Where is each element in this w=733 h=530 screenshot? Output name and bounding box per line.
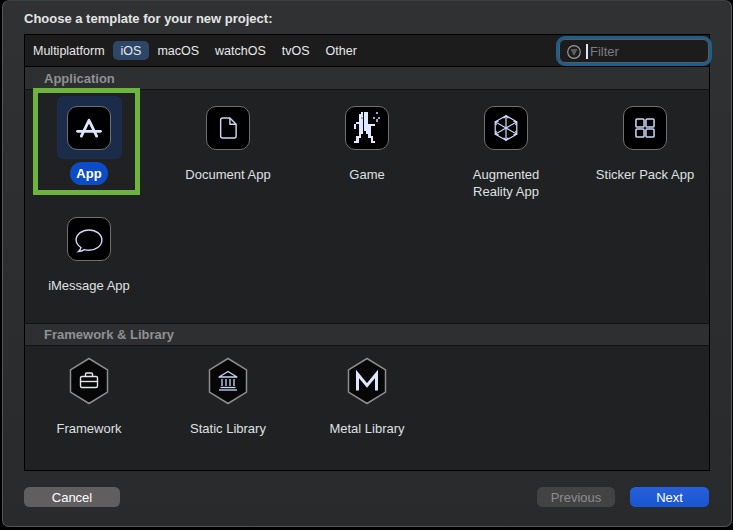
tab-watchos[interactable]: watchOS bbox=[207, 41, 274, 60]
template-label: Document App bbox=[175, 164, 281, 183]
template-label: Static Library bbox=[175, 418, 281, 437]
platform-tabbar: MultiplatformiOSmacOSwatchOStvOSOther Fi… bbox=[25, 35, 709, 67]
framework-icon bbox=[67, 357, 111, 409]
template-document-app[interactable]: Document App bbox=[166, 96, 290, 183]
template-label: Metal Library bbox=[314, 418, 420, 437]
dialog-title: Choose a template for your new project: bbox=[24, 11, 273, 26]
template-label: Sticker Pack App bbox=[592, 164, 698, 183]
previous-button[interactable]: Previous bbox=[537, 487, 615, 507]
filter-field[interactable]: Filter bbox=[559, 39, 709, 63]
stickers-icon bbox=[623, 106, 667, 150]
tab-other[interactable]: Other bbox=[318, 41, 365, 60]
filter-icon bbox=[566, 44, 582, 64]
template-label: Game bbox=[314, 164, 420, 183]
template-sticker-pack-app[interactable]: Sticker Pack App bbox=[583, 96, 707, 183]
annotation-highlight bbox=[33, 88, 140, 195]
metal-icon bbox=[345, 357, 389, 409]
cancel-button[interactable]: Cancel bbox=[24, 487, 120, 507]
template-imessage-app[interactable]: iMessage App bbox=[27, 207, 151, 294]
imessage-icon bbox=[67, 217, 111, 261]
document-icon bbox=[206, 106, 250, 150]
game-icon bbox=[345, 106, 389, 150]
staticlib-icon bbox=[206, 357, 250, 409]
section-header-application: Application bbox=[25, 67, 709, 90]
filter-placeholder: Filter bbox=[590, 44, 619, 59]
tab-ios[interactable]: iOS bbox=[113, 41, 150, 60]
template-label: Framework bbox=[36, 418, 142, 437]
template-metal-library[interactable]: Metal Library bbox=[305, 353, 429, 437]
template-label: Augmented Reality App bbox=[453, 164, 559, 200]
ar-icon bbox=[484, 106, 528, 150]
template-label: iMessage App bbox=[36, 275, 142, 294]
tab-multiplatform[interactable]: Multiplatform bbox=[25, 41, 113, 60]
tab-tvos[interactable]: tvOS bbox=[274, 41, 318, 60]
template-chooser-dialog: Choose a template for your new project: … bbox=[2, 0, 732, 527]
section-header-framework-library: Framework & Library bbox=[25, 323, 709, 346]
template-game[interactable]: Game bbox=[305, 96, 429, 183]
template-framework[interactable]: Framework bbox=[27, 353, 151, 437]
text-cursor bbox=[586, 44, 588, 59]
template-augmented-reality-app[interactable]: Augmented Reality App bbox=[444, 96, 568, 200]
next-button[interactable]: Next bbox=[630, 487, 709, 507]
tab-macos[interactable]: macOS bbox=[149, 41, 207, 60]
template-static-library[interactable]: Static Library bbox=[166, 353, 290, 437]
